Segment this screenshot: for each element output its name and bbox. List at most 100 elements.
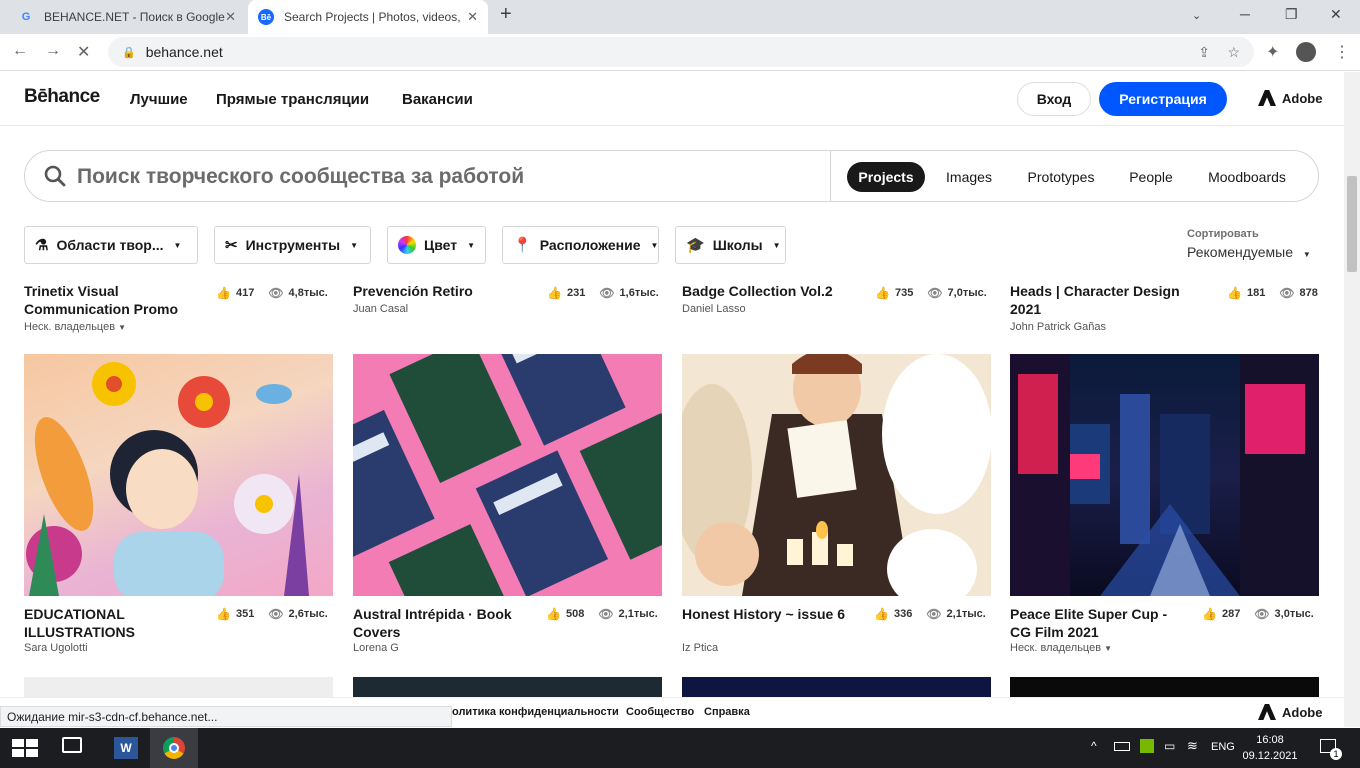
back-icon[interactable]: ← bbox=[12, 42, 28, 60]
adobe-label: Adobe bbox=[1282, 704, 1323, 720]
language-indicator[interactable]: ENG bbox=[1211, 741, 1235, 753]
honest-history-image bbox=[682, 354, 991, 596]
project-thumbnail[interactable] bbox=[24, 677, 333, 697]
profile-avatar[interactable] bbox=[1296, 42, 1316, 62]
project-owner[interactable]: Iz Ptica bbox=[682, 642, 718, 654]
menu-dots-icon[interactable]: ⋮ bbox=[1334, 42, 1350, 62]
filter-tools[interactable]: ✂ Инструменты ▼ bbox=[214, 226, 371, 264]
footer-link-privacy[interactable]: олитика конфиденциальности bbox=[452, 706, 619, 718]
site-header: Bēhance Лучшие Прямые трансляции Ваканси… bbox=[0, 72, 1344, 126]
project-title[interactable]: Peace Elite Super Cup - CG Film 2021 bbox=[1010, 605, 1190, 641]
project-title[interactable]: Badge Collection Vol.2 bbox=[682, 284, 867, 300]
caret-down-icon: ▼ bbox=[467, 240, 475, 250]
owner-name: Неск. владельцев bbox=[24, 321, 116, 333]
caret-down-icon: ▼ bbox=[350, 240, 359, 250]
nav-jobs[interactable]: Вакансии bbox=[402, 91, 473, 108]
nav-livestreams[interactable]: Прямые трансляции bbox=[216, 91, 369, 108]
thumbs-up-icon: 👍 bbox=[1202, 607, 1217, 621]
eye-icon: 👁 bbox=[598, 607, 614, 621]
tab-search-icon[interactable]: ⌄ bbox=[1192, 9, 1201, 22]
project-thumbnail[interactable] bbox=[682, 677, 991, 697]
project-stats: 👍 181 👁 878 bbox=[1227, 286, 1318, 300]
likes-count: 351 bbox=[235, 608, 255, 620]
tab-images[interactable]: Images bbox=[937, 162, 1001, 192]
clock[interactable]: 16:08 09.12.2021 bbox=[1240, 732, 1300, 764]
search-input[interactable] bbox=[77, 161, 817, 193]
search-bar: Projects Images Prototypes People Moodbo… bbox=[24, 150, 1319, 202]
project-owner-multi[interactable]: Неск. владельцев ▼ bbox=[1010, 642, 1112, 654]
project-title[interactable]: Honest History ~ issue 6 bbox=[682, 605, 857, 623]
search-icon bbox=[44, 165, 66, 187]
login-button[interactable]: Вход bbox=[1017, 82, 1091, 116]
project-stats: 👍 351 👁 2,6тыс. bbox=[216, 607, 328, 621]
project-owner[interactable]: Sara Ugolotti bbox=[24, 642, 88, 654]
close-tab-icon[interactable]: ✕ bbox=[225, 9, 236, 25]
extensions-icon[interactable]: ✦ bbox=[1266, 42, 1279, 62]
restore-icon[interactable]: ❐ bbox=[1285, 6, 1298, 23]
project-owner[interactable]: John Patrick Gañas bbox=[1010, 321, 1106, 333]
share-icon[interactable]: ⇪ bbox=[1198, 44, 1210, 61]
filter-schools[interactable]: 🎓 Школы ▼ bbox=[675, 226, 786, 264]
project-title[interactable]: Prevención Retiro bbox=[353, 284, 538, 300]
project-title[interactable]: EDUCATIONAL ILLUSTRATIONS bbox=[24, 605, 209, 641]
footer-adobe-link[interactable]: Adobe bbox=[1258, 704, 1322, 720]
project-thumbnail[interactable] bbox=[353, 677, 662, 697]
filter-label: Области твор... bbox=[56, 237, 164, 253]
project-title[interactable]: Heads | Character Design 2021 bbox=[1010, 284, 1210, 318]
filter-label: Расположение bbox=[539, 237, 641, 253]
filter-color[interactable]: Цвет ▼ bbox=[387, 226, 486, 264]
close-window-icon[interactable]: ✕ bbox=[1330, 6, 1342, 23]
scrollbar-thumb[interactable] bbox=[1347, 176, 1357, 272]
browser-tab-google[interactable]: G BEHANCE.NET - Поиск в Google ✕ bbox=[8, 0, 246, 34]
project-owner-multi[interactable]: Неск. владельцев ▼ bbox=[24, 321, 126, 333]
project-owner[interactable]: Lorena G bbox=[353, 642, 399, 654]
tab-prototypes[interactable]: Prototypes bbox=[1019, 162, 1103, 192]
project-stats: 👍 417 👁 4,8тыс. bbox=[216, 286, 328, 300]
project-thumbnail[interactable] bbox=[682, 354, 991, 596]
tab-people[interactable]: People bbox=[1121, 162, 1181, 192]
views-count: 2,6тыс. bbox=[288, 608, 328, 620]
wifi-icon[interactable]: ≋ bbox=[1187, 738, 1198, 754]
project-thumbnail[interactable] bbox=[24, 354, 333, 596]
sort-dropdown[interactable]: Рекомендуемые ▼ bbox=[1187, 244, 1311, 260]
word-app-icon[interactable]: W bbox=[114, 737, 138, 759]
filter-creative-fields[interactable]: ⚗ Области твор... ▼ bbox=[24, 226, 198, 264]
behance-logo[interactable]: Bēhance bbox=[24, 86, 100, 108]
tab-moodboards[interactable]: Moodboards bbox=[1197, 162, 1297, 192]
footer-link-help[interactable]: Справка bbox=[704, 706, 750, 718]
nav-best[interactable]: Лучшие bbox=[130, 91, 188, 108]
likes-count: 735 bbox=[894, 287, 914, 299]
forward-icon[interactable]: → bbox=[45, 42, 61, 60]
project-thumbnail[interactable] bbox=[1010, 354, 1319, 596]
minimize-icon[interactable]: ─ bbox=[1240, 6, 1250, 22]
tray-expand-icon[interactable]: ^ bbox=[1091, 739, 1097, 753]
filter-label: Школы bbox=[712, 237, 763, 253]
filter-location[interactable]: 📍 Расположение ▼ bbox=[502, 226, 659, 264]
stop-loading-icon[interactable]: ✕ bbox=[77, 42, 90, 62]
caret-down-icon: ▼ bbox=[650, 240, 659, 250]
project-thumbnail[interactable] bbox=[353, 354, 662, 596]
windows-start-icon[interactable] bbox=[12, 739, 38, 757]
new-tab-icon[interactable]: + bbox=[500, 3, 512, 26]
project-title[interactable]: Austral Intrépida · Book Covers bbox=[353, 605, 533, 641]
close-tab-icon[interactable]: ✕ bbox=[467, 9, 478, 25]
search-divider bbox=[830, 151, 831, 201]
project-title[interactable]: Trinetix Visual Communication Promo bbox=[24, 284, 209, 318]
battery-icon[interactable] bbox=[1114, 742, 1130, 751]
project-owner[interactable]: Daniel Lasso bbox=[682, 303, 746, 315]
footer-link-community[interactable]: Сообщество bbox=[626, 706, 694, 718]
monitor-icon[interactable]: ▭ bbox=[1164, 739, 1175, 753]
bookmark-star-icon[interactable]: ☆ bbox=[1227, 44, 1240, 61]
page-scrollbar[interactable] bbox=[1344, 72, 1360, 727]
adobe-link[interactable]: Adobe bbox=[1258, 90, 1322, 106]
project-owner[interactable]: Juan Casal bbox=[353, 303, 408, 315]
tab-projects[interactable]: Projects bbox=[847, 162, 925, 192]
browser-tab-behance[interactable]: Bē Search Projects | Photos, videos, ✕ bbox=[248, 0, 488, 34]
url-field[interactable]: 🔒 behance.net ⇪ ☆ bbox=[108, 37, 1254, 67]
project-thumbnail[interactable] bbox=[1010, 677, 1319, 697]
chrome-taskbar-button[interactable] bbox=[150, 728, 198, 768]
thumbs-up-icon: 👍 bbox=[875, 286, 890, 300]
register-button[interactable]: Регистрация bbox=[1099, 82, 1227, 116]
nvidia-icon[interactable] bbox=[1140, 739, 1154, 753]
task-view-icon[interactable] bbox=[62, 737, 82, 753]
